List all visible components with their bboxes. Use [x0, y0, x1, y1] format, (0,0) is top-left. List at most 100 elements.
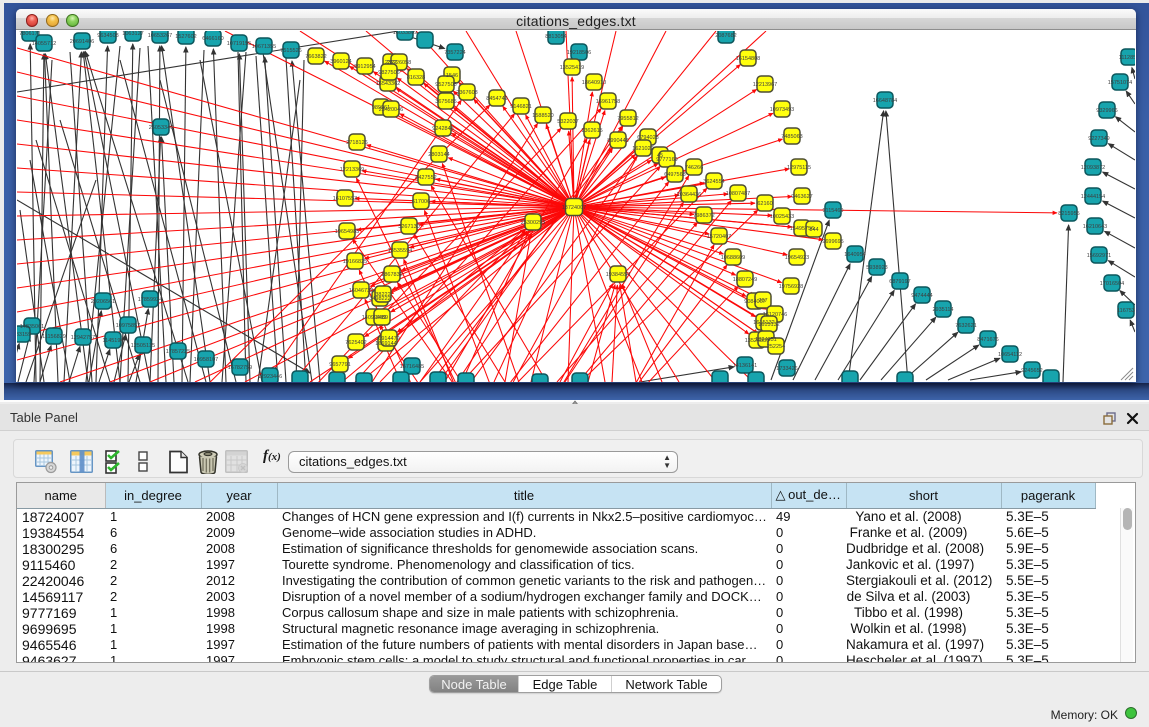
svg-text:252254: 252254 [767, 344, 785, 350]
svg-text:10653267: 10653267 [148, 33, 172, 39]
svg-text:19166825: 19166825 [343, 259, 367, 265]
svg-text:1615132: 1615132 [758, 322, 779, 328]
svg-text:9463627: 9463627 [791, 194, 812, 200]
svg-text:7663822: 7663822 [305, 54, 326, 60]
svg-text:14835061: 14835061 [20, 324, 44, 330]
svg-text:933159: 933159 [17, 332, 31, 338]
svg-text:12505135: 12505135 [131, 343, 155, 349]
svg-text:10025433: 10025433 [770, 214, 794, 220]
svg-text:10973493: 10973493 [770, 107, 794, 113]
svg-text:16543362: 16543362 [376, 81, 400, 87]
svg-text:18724007: 18724007 [562, 205, 586, 211]
svg-text:1621022: 1621022 [632, 146, 653, 152]
svg-text:9115460: 9115460 [822, 208, 843, 214]
svg-text:16782759: 16782759 [228, 365, 252, 371]
svg-text:746266: 746266 [685, 165, 703, 171]
svg-text:767: 767 [758, 298, 767, 304]
svg-text:8912954: 8912954 [354, 64, 375, 70]
svg-text:6497568: 6497568 [664, 172, 685, 178]
svg-text:9777169: 9777169 [656, 157, 677, 163]
svg-text:15720407: 15720407 [707, 234, 731, 240]
svg-text:1588520: 1588520 [532, 113, 553, 119]
svg-text:3675685: 3675685 [435, 99, 456, 105]
svg-text:10975857: 10975857 [116, 323, 140, 329]
svg-text:9242848: 9242848 [432, 126, 453, 132]
svg-text:16120746: 16120746 [763, 312, 787, 318]
svg-text:1527602: 1527602 [175, 34, 196, 40]
svg-text:3267130: 3267130 [398, 224, 419, 230]
svg-text:6914479: 6914479 [378, 336, 399, 342]
svg-text:9329966: 9329966 [1096, 108, 1117, 114]
svg-text:8215955: 8215955 [1058, 211, 1079, 217]
svg-text:2367608: 2367608 [456, 90, 477, 96]
svg-text:9146821: 9146821 [510, 104, 531, 110]
svg-text:3489: 3489 [376, 315, 388, 321]
svg-text:17857225: 17857225 [166, 349, 190, 355]
svg-text:2935114: 2935114 [932, 307, 953, 313]
svg-text:2087682: 2087682 [715, 33, 736, 39]
svg-text:18807249: 18807249 [733, 277, 757, 283]
svg-text:9699695: 9699695 [822, 239, 843, 245]
svg-text:23420046: 23420046 [379, 107, 403, 113]
svg-text:38222: 38222 [375, 292, 390, 298]
svg-text:20364436: 20364436 [677, 192, 701, 198]
svg-text:20691406: 20691406 [70, 39, 94, 45]
svg-text:10654112: 10654112 [998, 352, 1022, 358]
svg-text:1546: 1546 [446, 73, 458, 79]
svg-text:8427552: 8427552 [415, 175, 436, 181]
svg-text:3624554: 3624554 [703, 179, 724, 185]
svg-text:1362615: 1362615 [581, 128, 602, 134]
svg-text:16033809: 16033809 [393, 31, 417, 36]
svg-text:12923446: 12923446 [258, 374, 282, 380]
svg-text:19384554: 19384554 [606, 272, 630, 278]
svg-text:1063127: 1063127 [122, 31, 143, 37]
svg-text:17859924: 17859924 [138, 297, 162, 303]
svg-text:12093872: 12093872 [1081, 165, 1105, 171]
svg-text:9827506: 9827506 [378, 70, 399, 76]
svg-text:7632621: 7632621 [955, 323, 976, 329]
svg-text:25300293: 25300293 [521, 220, 545, 226]
svg-text:7955812: 7955812 [617, 116, 638, 122]
svg-text:15692971: 15692971 [1087, 253, 1111, 259]
svg-text:16046738: 16046738 [349, 288, 373, 294]
svg-text:16961758: 16961758 [596, 99, 620, 105]
svg-text:14136141: 14136141 [733, 363, 757, 369]
svg-text:8813054: 8813054 [545, 34, 566, 40]
svg-text:5322037: 5322037 [557, 119, 578, 125]
svg-text:12942757: 12942757 [71, 335, 95, 341]
svg-text:20206561: 20206561 [91, 299, 115, 305]
svg-text:15751074: 15751074 [1108, 80, 1132, 86]
svg-text:2803144: 2803144 [428, 152, 449, 158]
svg-text:19654923: 19654923 [785, 255, 809, 261]
svg-text:16107553: 16107553 [333, 196, 357, 202]
svg-text:12213369: 12213369 [340, 167, 364, 173]
svg-text:23226058: 23226058 [387, 60, 411, 66]
svg-text:1640954: 1640954 [844, 252, 865, 258]
svg-text:9474444: 9474444 [911, 293, 932, 299]
svg-text:9657791: 9657791 [329, 362, 350, 368]
svg-text:3960124: 3960124 [330, 59, 351, 65]
svg-text:7485063: 7485063 [781, 134, 802, 140]
svg-text:10807487: 10807487 [726, 191, 750, 197]
svg-text:10688609: 10688609 [721, 255, 745, 261]
svg-text:816328: 816328 [407, 75, 425, 81]
svg-text:19218506: 19218506 [567, 50, 591, 56]
svg-text:19654985: 19654985 [335, 229, 359, 235]
svg-text:7986372: 7986372 [693, 213, 714, 219]
svg-text:9245652: 9245652 [1021, 368, 1042, 374]
svg-text:18640910: 18640910 [582, 80, 606, 86]
svg-text:844: 844 [809, 227, 818, 233]
svg-text:16648784: 16648784 [873, 98, 897, 104]
svg-text:14055712: 14055712 [32, 41, 56, 47]
svg-text:12444154: 12444154 [1081, 194, 1105, 200]
svg-text:7515526: 7515526 [280, 48, 301, 54]
svg-text:13525419: 13525419 [560, 65, 584, 71]
svg-text:26053346: 26053346 [149, 125, 173, 131]
svg-text:16210643: 16210643 [1083, 224, 1107, 230]
svg-text:1145194: 1145194 [102, 338, 123, 344]
svg-text:116753: 116753 [1117, 308, 1135, 314]
svg-text:7625402: 7625402 [345, 340, 366, 346]
svg-text:1324851: 1324851 [755, 337, 776, 343]
svg-text:1112853: 1112853 [1119, 55, 1135, 61]
svg-text:2718126: 2718126 [346, 140, 367, 146]
